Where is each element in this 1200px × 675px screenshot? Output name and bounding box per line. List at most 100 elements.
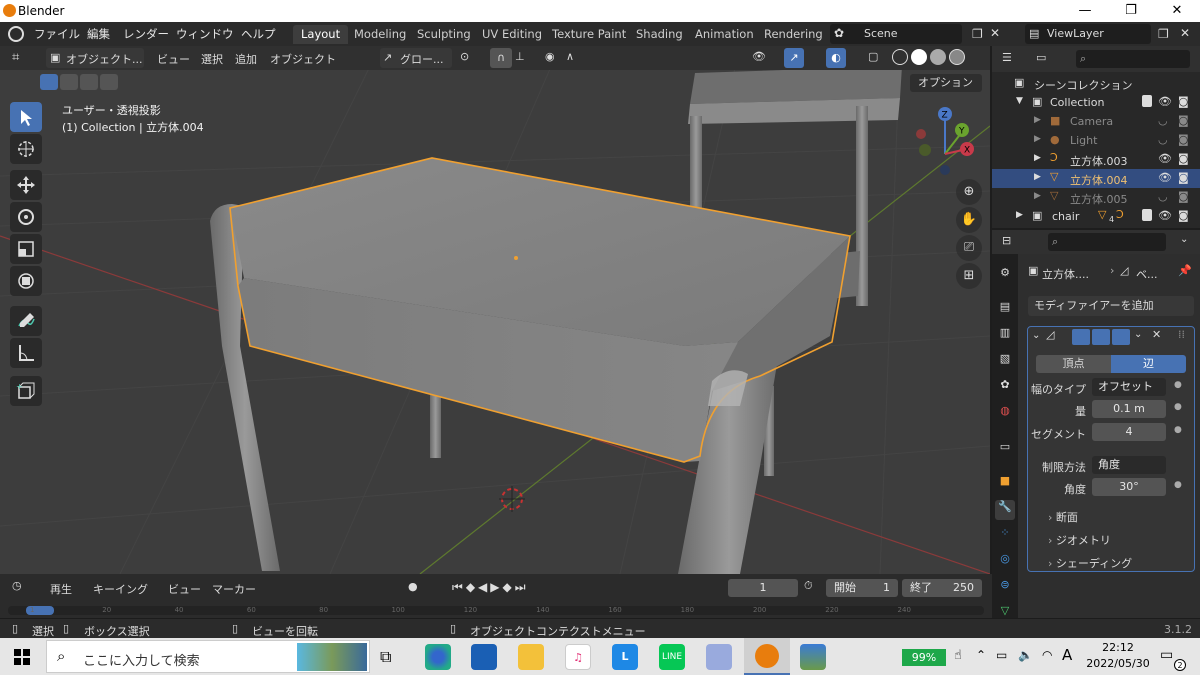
angle-field[interactable]: 30° (1092, 478, 1166, 496)
task-view-icon[interactable]: ⧉ (380, 647, 391, 667)
outliner-row-camera[interactable]: ▶ ■ Camera ◡ ◙ (992, 112, 1200, 131)
outliner-editor-icon[interactable]: ☰ (1002, 51, 1012, 64)
pan-view-icon[interactable]: ✋ (956, 207, 982, 233)
record-icon[interactable]: ● (408, 580, 418, 593)
collapse-arrow-icon[interactable]: ▶ (1034, 153, 1041, 163)
tool-select-box[interactable] (10, 102, 42, 132)
eye-icon[interactable]: 👁 (1158, 171, 1172, 184)
tool-add-cube[interactable]: + (10, 376, 42, 406)
animate-dot-icon[interactable]: ● (1174, 402, 1182, 412)
photos-app-icon[interactable] (800, 644, 826, 670)
timeline-editor-icon[interactable]: ◷ (12, 579, 22, 592)
add-modifier-button[interactable]: モディファイアーを追加 (1028, 296, 1194, 316)
object-tab-icon[interactable]: ■ (995, 474, 1015, 494)
snap-toggle-icon[interactable]: ∩ (490, 48, 512, 68)
viewport-toggle-icon[interactable] (1092, 329, 1110, 345)
tool-transform[interactable] (10, 266, 42, 296)
affect-edges-button[interactable]: 辺 (1111, 355, 1186, 373)
render-toggle-icon[interactable] (1112, 329, 1130, 345)
subpanel-geometry[interactable]: › ジオメトリ (1048, 532, 1111, 548)
view-layer-tab-icon[interactable]: ▧ (995, 352, 1015, 372)
jump-start-icon[interactable]: ⏮ (452, 580, 466, 594)
material-shading-icon[interactable] (930, 49, 946, 65)
overlay-toggle-icon[interactable]: ◐ (826, 48, 846, 68)
itunes-icon[interactable]: ♫ (565, 644, 591, 670)
tool-cursor[interactable] (10, 134, 42, 164)
eye-icon[interactable]: 👁 (1158, 95, 1172, 108)
segments-field[interactable]: 4 (1092, 423, 1166, 441)
tab-sculpting[interactable]: Sculpting (409, 25, 479, 44)
blender-taskbar-button[interactable] (744, 638, 790, 675)
battery-icon[interactable]: ▭ (996, 648, 1007, 662)
animate-dot-icon[interactable]: ● (1174, 480, 1182, 490)
current-frame-field[interactable]: 1 (728, 579, 798, 597)
select-new-icon[interactable] (40, 74, 58, 90)
outliner-search-input[interactable]: ⌕ (1076, 50, 1190, 68)
menu-add[interactable]: 追加 (235, 51, 257, 67)
edit-mode-toggle-icon[interactable] (1072, 329, 1090, 345)
visibility-icon[interactable]: 👁 (752, 50, 766, 63)
render-camera-icon[interactable]: ◙ (1178, 133, 1189, 146)
line-app-icon[interactable]: LINE (659, 644, 685, 670)
jump-end-icon[interactable]: ⏭ (515, 580, 529, 594)
collapse-arrow-icon[interactable]: ▶ (1034, 115, 1041, 125)
scene-selector[interactable]: ✿ Scene (830, 24, 962, 44)
windows-start-icon[interactable] (14, 649, 30, 665)
amount-field[interactable]: 0.1 m (1092, 400, 1166, 418)
maximize-button[interactable]: ❐ (1108, 0, 1154, 22)
options-dropdown[interactable]: オプション (910, 74, 982, 92)
render-camera-icon[interactable]: ◙ (1178, 209, 1189, 222)
wifi-icon[interactable]: ◠ (1042, 648, 1052, 662)
menu-file[interactable]: ファイル (34, 26, 80, 42)
particles-tab-icon[interactable]: ⁘ (995, 526, 1015, 546)
outliner-row-cube-005[interactable]: ▶ ▽ 立方体.005 ◡ ◙ (992, 188, 1200, 207)
render-camera-icon[interactable]: ◙ (1178, 190, 1189, 203)
solid-shading-icon[interactable] (911, 49, 927, 65)
collapse-arrow-icon[interactable]: ▶ (1034, 134, 1041, 144)
tab-texture-paint[interactable]: Texture Paint (544, 25, 634, 44)
outliner-row-collection[interactable]: ▼ ▣ Collection 👁 ◙ (992, 93, 1200, 112)
outliner-row-light[interactable]: ▶ ● Light ◡ ◙ (992, 131, 1200, 150)
select-subtract-icon[interactable] (80, 74, 98, 90)
eye-closed-icon[interactable]: ◡ (1158, 133, 1168, 146)
pin-icon[interactable]: 📌 (1178, 264, 1192, 277)
menu-timeline-view[interactable]: ビュー (168, 581, 201, 597)
menu-view[interactable]: ビュー (157, 51, 190, 67)
tray-up-arrow-icon[interactable]: ⌃ (976, 648, 986, 662)
world-tab-icon[interactable]: ◍ (995, 404, 1015, 424)
stopwatch-icon[interactable]: ⏱ (804, 579, 813, 593)
tool-move[interactable] (10, 170, 42, 200)
rendered-shading-icon[interactable] (949, 49, 965, 65)
prev-keyframe-icon[interactable]: ◆ (466, 580, 478, 594)
xray-toggle-icon[interactable]: ▢ (868, 50, 878, 63)
editor-type-icon[interactable]: ⌗ (12, 50, 19, 65)
wireframe-shading-icon[interactable] (892, 49, 908, 65)
tab-rendering[interactable]: Rendering (756, 25, 831, 44)
menu-object[interactable]: オブジェクト (270, 51, 336, 67)
touch-icon[interactable]: ☝ (954, 648, 962, 663)
transform-orientation-selector[interactable]: ↗ グロー... (380, 48, 452, 68)
pivot-point-icon[interactable]: ⊙ (460, 50, 469, 63)
ime-indicator[interactable]: A (1062, 646, 1072, 664)
affect-vertices-button[interactable]: 頂点 (1036, 355, 1111, 373)
properties-options-icon[interactable]: ⌄ (1180, 234, 1188, 245)
mode-selector[interactable]: ▣ オブジェクト... (46, 48, 144, 68)
tool-scale[interactable] (10, 234, 42, 264)
menu-edit[interactable]: 編集 (87, 26, 110, 42)
collection-tab-icon[interactable]: ▭ (995, 440, 1015, 460)
eye-closed-icon[interactable]: ◡ (1158, 190, 1168, 203)
zoom-view-icon[interactable]: ⊕ (956, 179, 982, 205)
render-camera-icon[interactable]: ◙ (1178, 95, 1189, 108)
next-keyframe-icon[interactable]: ◆ (503, 580, 515, 594)
constraints-tab-icon[interactable]: ⊜ (995, 578, 1015, 598)
tool-tab-icon[interactable]: ⚙ (995, 266, 1015, 286)
display-mode-icon[interactable]: ▭ (1036, 51, 1046, 64)
menu-help[interactable]: ヘルプ (241, 26, 276, 42)
view-layer-selector[interactable]: ▤ ViewLayer (1025, 24, 1151, 44)
render-tab-icon[interactable]: ▤ (995, 300, 1015, 320)
volume-icon[interactable]: 🔈 (1018, 648, 1033, 662)
animate-dot-icon[interactable]: ● (1174, 425, 1182, 435)
timeline-ruler[interactable]: 1 20 40 60 80 100 120 140 160 180 200 220 240 (8, 606, 984, 615)
play-icon[interactable]: ▶ (490, 580, 502, 594)
eye-icon[interactable]: 👁 (1158, 152, 1172, 165)
